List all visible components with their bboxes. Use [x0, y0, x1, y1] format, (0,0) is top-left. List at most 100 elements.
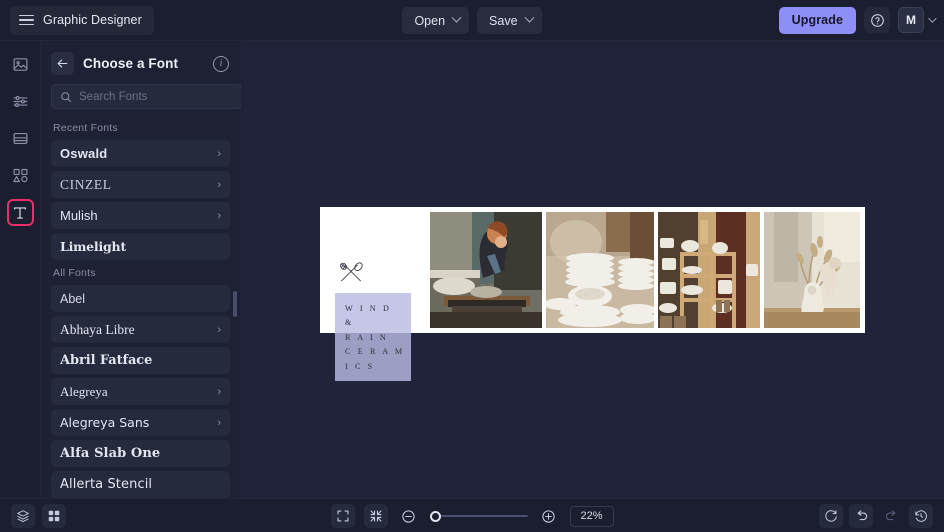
font-list-scrollbar[interactable]: [233, 291, 237, 317]
recent-font-item[interactable]: Limelight: [51, 233, 230, 260]
recent-fonts-label: Recent Fonts: [53, 122, 118, 134]
grid-icon: [48, 510, 60, 521]
photo-vase-with-flowers[interactable]: [764, 211, 860, 328]
chevron-down-icon: [524, 12, 534, 23]
save-label: Save: [489, 13, 518, 28]
history-icon: [915, 509, 927, 522]
redo-button[interactable]: [879, 504, 903, 528]
photo-pottery-shelves[interactable]: [658, 211, 760, 328]
zoom-out-button[interactable]: [397, 504, 421, 528]
photo-art: [764, 211, 860, 328]
chevron-right-icon[interactable]: ›: [217, 179, 221, 191]
rail-item-layout[interactable]: [7, 125, 34, 152]
zoom-slider-track: [429, 515, 528, 517]
font-list-item[interactable]: Abhaya Libre ›: [51, 316, 230, 343]
bottom-toolbar: 22%: [0, 498, 944, 532]
adjustments-icon: [13, 95, 27, 108]
chevron-right-icon[interactable]: ›: [217, 324, 221, 336]
menu-and-title[interactable]: Graphic Designer: [10, 5, 154, 35]
recent-font-item[interactable]: Oswald ›: [51, 140, 230, 167]
history-controls: [819, 503, 933, 528]
history-button[interactable]: [909, 503, 933, 528]
chevron-right-icon[interactable]: ›: [217, 148, 221, 160]
zoom-slider[interactable]: [429, 510, 528, 522]
font-list-item[interactable]: Alegreya Sans ›: [51, 409, 230, 436]
tool-rail: [0, 41, 41, 498]
info-icon[interactable]: i: [213, 55, 229, 72]
search-input[interactable]: [79, 90, 233, 103]
rail-item-adjustments[interactable]: [7, 88, 34, 115]
photo-art: [546, 211, 654, 328]
back-button[interactable]: [51, 52, 74, 75]
brand-text-block[interactable]: W I N D & R A I N C E R A M I C S: [335, 292, 411, 381]
redo-icon: [885, 510, 895, 521]
layers-icon: [17, 509, 29, 522]
app-header: Graphic Designer Open Save Upgrade M: [0, 0, 944, 41]
fullscreen-icon: [336, 510, 349, 522]
bottom-left-group: [11, 503, 66, 528]
font-list-item[interactable]: Abel: [51, 285, 230, 312]
photo-potter-at-wheel[interactable]: [430, 211, 542, 328]
back-arrow-icon: [57, 59, 68, 68]
zoom-controls: 22%: [0, 499, 944, 532]
rail-item-images[interactable]: [7, 51, 34, 78]
image-icon: [13, 58, 27, 71]
font-list-item[interactable]: Alegreya ›: [51, 378, 230, 405]
zoom-slider-knob[interactable]: [429, 510, 441, 522]
logo-art: [340, 261, 363, 281]
font-name-label: Oswald: [60, 146, 108, 161]
help-button[interactable]: [864, 7, 890, 33]
rail-item-text[interactable]: [6, 199, 34, 226]
chevron-right-icon[interactable]: ›: [217, 386, 221, 398]
design-artboard[interactable]: W I N D & R A I N C E R A M I C S: [320, 206, 865, 381]
zoom-in-button[interactable]: [537, 504, 561, 528]
fit-screen-icon: [369, 510, 382, 522]
font-name-label: Abhaya Libre: [60, 321, 135, 337]
hamburger-icon[interactable]: [19, 14, 34, 26]
fit-screen-button[interactable]: [363, 504, 388, 528]
chevron-down-icon[interactable]: [928, 14, 937, 23]
photo-art: [430, 211, 542, 328]
zoom-level-value[interactable]: 22%: [569, 505, 614, 527]
recent-font-item[interactable]: Mulish ›: [51, 202, 230, 229]
search-box[interactable]: [51, 84, 242, 109]
font-name-label: CINZEL: [60, 176, 112, 192]
open-menu-button[interactable]: Open: [402, 7, 470, 34]
reset-icon: [825, 509, 837, 522]
font-list-item[interactable]: Alfa Slab One: [51, 440, 230, 467]
font-name-label: Alegreya: [60, 383, 108, 399]
panel-title: Choose a Font: [83, 56, 179, 71]
photo-stacked-plates[interactable]: [546, 211, 654, 328]
app-root: Graphic Designer Open Save Upgrade M Cho…: [0, 0, 944, 532]
rail-item-shapes[interactable]: [7, 162, 34, 189]
upgrade-button[interactable]: Upgrade: [778, 6, 856, 34]
document-title: Graphic Designer: [43, 13, 142, 27]
layout-icon: [13, 132, 27, 145]
font-name-label: Limelight: [60, 239, 127, 254]
font-list-item[interactable]: Allerta Stencil: [51, 471, 230, 498]
font-panel: Choose a Font i Search Fonts Recent Font…: [41, 41, 306, 498]
undo-icon: [857, 510, 867, 521]
font-name-label: Alegreya Sans: [60, 415, 150, 430]
avatar[interactable]: M: [898, 7, 924, 33]
chevron-right-icon[interactable]: ›: [217, 210, 221, 222]
font-search-row: [41, 84, 306, 119]
font-name-label: Mulish: [60, 208, 98, 223]
account-menu[interactable]: M: [898, 7, 937, 33]
all-fonts-list[interactable]: Abel Abhaya Libre › Abril Fatface Alegreya › A…: [41, 285, 240, 498]
fullscreen-button[interactable]: [330, 504, 355, 528]
reset-button[interactable]: [819, 503, 843, 528]
open-label: Open: [414, 13, 446, 28]
font-list-item[interactable]: Abril Fatface: [51, 347, 230, 374]
layers-button[interactable]: [11, 503, 35, 528]
undo-button[interactable]: [849, 503, 873, 528]
grid-view-button[interactable]: [42, 503, 66, 528]
zoom-out-icon: [402, 509, 415, 523]
photo-art: [658, 211, 760, 328]
design-canvas[interactable]: W I N D & R A I N C E R A M I C S: [241, 41, 944, 498]
recent-font-item[interactable]: CINZEL ›: [51, 171, 230, 198]
header-actions: Upgrade M: [778, 6, 937, 34]
app-body: Choose a Font i Search Fonts Recent Font…: [0, 41, 944, 498]
chevron-right-icon[interactable]: ›: [217, 417, 221, 429]
save-menu-button[interactable]: Save: [477, 7, 542, 34]
